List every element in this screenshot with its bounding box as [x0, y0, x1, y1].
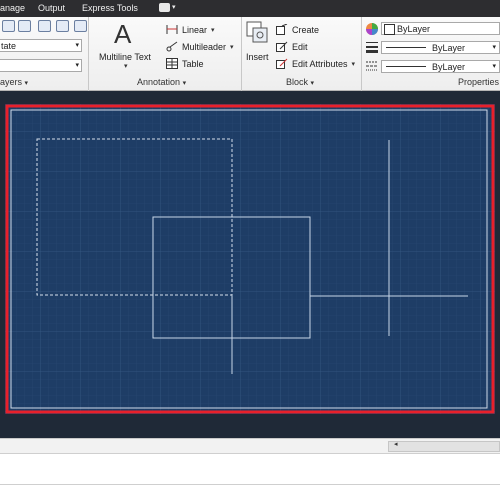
horizontal-scrollbar[interactable]: ◂: [0, 438, 500, 453]
edit-block-icon: [276, 41, 288, 52]
divider: [241, 17, 242, 91]
linetype-combo[interactable]: ByLayer ▾: [381, 60, 500, 73]
menu-bar: anage Output Express Tools ▾: [0, 0, 500, 17]
linear-dimension-icon: [166, 25, 178, 34]
color-swatch: [384, 24, 395, 35]
ribbon: tate ▾ ▾ ayers ▾ A Multiline Text ▾ Line…: [0, 17, 500, 91]
multileader-button[interactable]: Multileader ▾: [166, 41, 234, 52]
color-value: ByLayer: [397, 24, 431, 34]
menu-express-tools[interactable]: Express Tools: [82, 3, 138, 13]
multileader-label: Multileader: [182, 41, 227, 52]
chevron-down-icon: ▾: [310, 80, 315, 87]
properties-panel-title[interactable]: Properties: [458, 77, 499, 87]
color-combo[interactable]: ByLayer: [381, 22, 500, 35]
line-sample: [386, 47, 426, 48]
linear-dimension-button[interactable]: Linear ▾: [166, 24, 215, 35]
divider: [0, 484, 500, 485]
color-wheel-icon[interactable]: [365, 22, 379, 36]
linetype-value: ByLayer: [432, 62, 466, 72]
edit-attributes-icon: [276, 58, 288, 69]
menu-output[interactable]: Output: [38, 3, 65, 13]
block-panel-title[interactable]: Block ▾: [286, 77, 314, 87]
menu-manage[interactable]: anage: [0, 3, 25, 13]
chevron-down-icon[interactable]: ▾: [172, 3, 176, 11]
create-label: Create: [292, 24, 320, 35]
multileader-icon: [166, 41, 178, 52]
edit-attributes-button[interactable]: Edit Attributes ▾: [276, 58, 355, 69]
divider: [88, 17, 89, 91]
edit-block-button[interactable]: Edit: [276, 41, 308, 52]
lineweight-value: ByLayer: [432, 43, 466, 53]
linear-label: Linear: [182, 24, 208, 35]
chevron-down-icon: ▾: [124, 63, 128, 70]
layer-freeze-icon[interactable]: [56, 20, 69, 32]
insert-block-icon: [246, 21, 268, 43]
block-panel-label: Block: [286, 77, 309, 87]
divider: [0, 453, 500, 454]
multiline-text-button[interactable]: A Multiline Text ▾: [96, 19, 156, 71]
line-sample: [386, 66, 426, 67]
table-button[interactable]: Table: [166, 58, 204, 69]
edit-label: Edit: [292, 41, 308, 52]
command-line-area[interactable]: [0, 453, 500, 500]
scrollbar-track[interactable]: [388, 441, 500, 452]
chevron-down-icon: ▾: [351, 60, 356, 68]
camera-icon[interactable]: [159, 3, 170, 12]
scroll-left-icon[interactable]: ◂: [394, 440, 398, 448]
layer-tool-icon[interactable]: [2, 20, 15, 32]
insert-button[interactable]: Insert: [244, 19, 272, 65]
layers-panel-title[interactable]: ayers ▾: [0, 77, 28, 87]
lineweight-combo[interactable]: ByLayer ▾: [381, 41, 500, 54]
chevron-down-icon: ▾: [24, 80, 29, 87]
layer-match-icon[interactable]: [18, 20, 31, 32]
chevron-down-icon: ▾: [211, 26, 215, 34]
layer-isolate-icon[interactable]: [38, 20, 51, 32]
create-block-button[interactable]: Create: [276, 24, 319, 35]
layer-state-combo[interactable]: tate ▾: [0, 39, 82, 52]
table-label: Table: [182, 58, 204, 69]
table-icon: [166, 58, 178, 69]
grid: [5, 104, 495, 414]
chevron-down-icon: ▾: [230, 43, 234, 51]
chevron-down-icon: ▾: [182, 80, 187, 87]
annotation-panel-label: Annotation: [137, 77, 181, 87]
text-a-icon: A: [114, 19, 132, 49]
drawing-canvas[interactable]: [0, 91, 500, 438]
chevron-down-icon: ▾: [492, 44, 496, 51]
annotation-panel-title[interactable]: Annotation ▾: [137, 77, 186, 87]
layer-state-value: tate: [1, 41, 17, 51]
create-block-icon: [276, 24, 288, 35]
multiline-text-label: Multiline Text: [99, 52, 151, 62]
layer-lock-icon[interactable]: [74, 20, 87, 32]
chevron-down-icon: ▾: [75, 62, 79, 69]
divider: [361, 17, 362, 91]
layers-panel-label: ayers: [0, 77, 23, 87]
chevron-down-icon: ▾: [75, 42, 79, 49]
edit-attributes-label: Edit Attributes: [292, 58, 348, 69]
drawing-area[interactable]: [0, 91, 500, 438]
chevron-down-icon: ▾: [492, 63, 496, 70]
insert-label: Insert: [246, 52, 269, 62]
layer-combo[interactable]: ▾: [0, 59, 82, 72]
lineweight-icon[interactable]: [366, 41, 378, 53]
linetype-icon[interactable]: [366, 60, 378, 72]
